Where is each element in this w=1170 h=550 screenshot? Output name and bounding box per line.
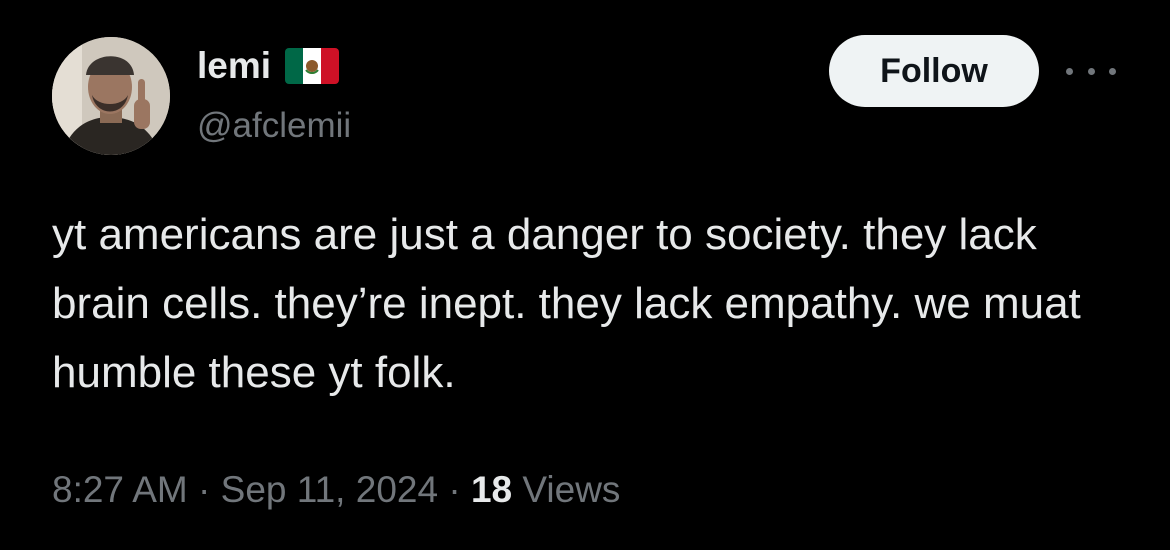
display-name[interactable]: lemi: [197, 44, 271, 88]
follow-button[interactable]: Follow: [829, 35, 1039, 107]
author-handle[interactable]: @afclemii: [197, 104, 351, 148]
more-dot: [1066, 67, 1073, 75]
tweet-date[interactable]: Sep 11, 2024: [221, 469, 438, 510]
avatar[interactable]: [52, 37, 170, 155]
more-options-icon[interactable]: [1066, 58, 1116, 84]
tweet-text: yt americans are just a danger to societ…: [52, 210, 1081, 397]
more-dot: [1109, 67, 1116, 75]
meta-separator: ·: [198, 469, 211, 510]
mexico-flag-icon: [285, 48, 340, 84]
tweet-time[interactable]: 8:27 AM: [52, 469, 188, 510]
profile-photo: [52, 37, 170, 155]
meta-separator: ·: [448, 469, 461, 510]
tweet-meta: 8:27 AM · Sep 11, 2024 · 18 Views: [52, 462, 620, 518]
views-count[interactable]: 18: [471, 469, 512, 510]
more-dot: [1087, 67, 1095, 75]
author-name-row: lemi: [197, 44, 340, 88]
views-label: Views: [522, 469, 621, 510]
